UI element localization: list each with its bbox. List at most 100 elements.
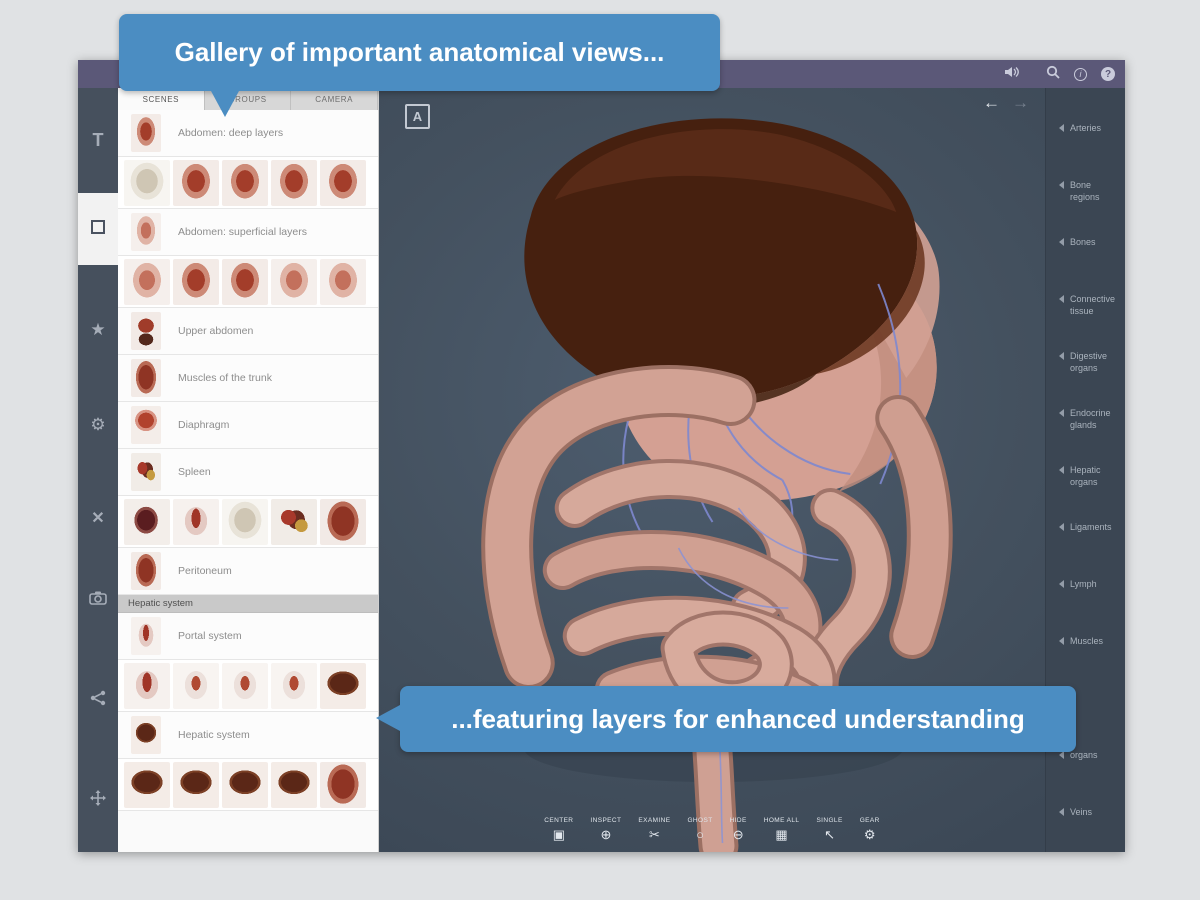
- scene-variant-thumbnail[interactable]: [271, 762, 317, 808]
- scene-variant-thumbnail[interactable]: [271, 160, 317, 206]
- tool-single[interactable]: SINGLE↖: [816, 817, 842, 841]
- tool-label: INSPECT: [590, 817, 621, 824]
- anatomy-category-organs[interactable]: organs: [1046, 745, 1125, 802]
- anatomy-category-veins[interactable]: Veins: [1046, 802, 1125, 859]
- tool-ghost[interactable]: GHOST○: [687, 817, 712, 841]
- gear-icon: ⚙: [864, 828, 876, 841]
- scene-gallery-row: [118, 759, 378, 811]
- ghost-icon: ○: [696, 828, 704, 841]
- help-icon[interactable]: ?: [1101, 67, 1115, 81]
- scene-variant-thumbnail[interactable]: [320, 259, 366, 305]
- tool-label: HOME ALL: [764, 817, 800, 824]
- anatomy-category-bone-regions[interactable]: Bone regions: [1046, 175, 1125, 232]
- scene-variant-thumbnail[interactable]: [320, 762, 366, 808]
- tool-home-all[interactable]: HOME ALL▦: [764, 817, 800, 841]
- scene-variant-thumbnail[interactable]: [320, 160, 366, 206]
- scene-item[interactable]: Abdomen: deep layers: [118, 110, 378, 157]
- scene-variant-thumbnail[interactable]: [124, 663, 170, 709]
- scene-item[interactable]: Abdomen: superficial layers: [118, 209, 378, 256]
- anatomy-category-hepatic-organs[interactable]: Hepatic organs: [1046, 460, 1125, 517]
- anatomy-category-ligaments[interactable]: Ligaments: [1046, 517, 1125, 574]
- scene-thumbnail[interactable]: [131, 617, 161, 655]
- hide-icon: ⊖: [733, 828, 744, 841]
- scene-item[interactable]: Hepatic system: [118, 712, 378, 759]
- inspect-icon: ⊕: [600, 828, 611, 841]
- pan-button[interactable]: [78, 780, 118, 820]
- scene-variant-thumbnail[interactable]: [222, 663, 268, 709]
- info-icon[interactable]: i: [1074, 68, 1087, 81]
- scene-variant-thumbnail[interactable]: [173, 663, 219, 709]
- anatomy-category-arteries[interactable]: Arteries: [1046, 118, 1125, 175]
- scene-thumbnail[interactable]: [131, 114, 161, 152]
- scene-thumbnail[interactable]: [131, 453, 161, 491]
- tool-gear[interactable]: GEAR⚙: [860, 817, 880, 841]
- scene-thumbnail[interactable]: [131, 213, 161, 251]
- share-button[interactable]: [78, 680, 118, 720]
- scene-thumbnail[interactable]: [131, 716, 161, 754]
- scene-item[interactable]: Muscles of the trunk: [118, 355, 378, 402]
- back-arrow-icon[interactable]: ←: [983, 93, 1000, 113]
- chevron-left-icon: [1054, 580, 1064, 588]
- left-toolbar: T ★ ⚙ ✕: [78, 88, 118, 852]
- anatomy-category-endocrine-glands[interactable]: Endocrine glands: [1046, 403, 1125, 460]
- tool-examine[interactable]: EXAMINE✂: [638, 817, 670, 841]
- gear-icon: ⚙: [90, 415, 105, 435]
- scene-thumbnail[interactable]: [131, 406, 161, 444]
- scenes-panel: SCENESGROUPSCAMERA Abdomen: deep layersA…: [118, 88, 379, 852]
- scene-variant-thumbnail[interactable]: [320, 663, 366, 709]
- scene-variant-thumbnail[interactable]: [124, 160, 170, 206]
- move-arrows-icon: [89, 789, 107, 812]
- anatomy-category-bones[interactable]: Bones: [1046, 232, 1125, 289]
- single-icon: ↖: [824, 828, 835, 841]
- anatomy-category-lymph[interactable]: Lymph: [1046, 574, 1125, 631]
- scene-variant-thumbnail[interactable]: [320, 499, 366, 545]
- chevron-left-icon: [1054, 352, 1064, 360]
- scenes-tool-button[interactable]: [78, 193, 118, 265]
- favorites-button[interactable]: ★: [78, 310, 118, 350]
- tool-center[interactable]: CENTER▣: [544, 817, 573, 841]
- scene-thumbnail[interactable]: [131, 359, 161, 397]
- scene-variant-thumbnail[interactable]: [173, 160, 219, 206]
- scene-variant-thumbnail[interactable]: [124, 259, 170, 305]
- chevron-left-icon: [1054, 808, 1064, 816]
- scene-thumbnail[interactable]: [131, 552, 161, 590]
- forward-arrow-icon[interactable]: →: [1012, 93, 1029, 113]
- scene-variant-thumbnail[interactable]: [173, 259, 219, 305]
- tutorial-callout-top: Gallery of important anatomical views...: [119, 14, 720, 91]
- text-tool-button[interactable]: T: [78, 120, 118, 160]
- scene-variant-thumbnail[interactable]: [124, 499, 170, 545]
- scene-variant-thumbnail[interactable]: [173, 499, 219, 545]
- scene-variant-thumbnail[interactable]: [222, 160, 268, 206]
- anatomy-category-digestive-organs[interactable]: Digestive organs: [1046, 346, 1125, 403]
- tool-label: CENTER: [544, 817, 573, 824]
- scene-variant-thumbnail[interactable]: [222, 499, 268, 545]
- scene-variant-thumbnail[interactable]: [222, 259, 268, 305]
- scene-variant-thumbnail[interactable]: [271, 499, 317, 545]
- scene-variant-thumbnail[interactable]: [173, 762, 219, 808]
- anatomy-category-connective-tissue[interactable]: Connective tissue: [1046, 289, 1125, 346]
- tool-inspect[interactable]: INSPECT ⊕: [590, 817, 621, 841]
- scene-item[interactable]: Diaphragm: [118, 402, 378, 449]
- search-icon[interactable]: [1046, 65, 1060, 84]
- screenshot-button[interactable]: [78, 580, 118, 620]
- scene-item[interactable]: Peritoneum: [118, 548, 378, 595]
- tab-camera[interactable]: CAMERA: [291, 88, 378, 110]
- scene-item[interactable]: Spleen: [118, 449, 378, 496]
- scene-item-label: Peritoneum: [178, 565, 232, 577]
- scene-item[interactable]: Upper abdomen: [118, 308, 378, 355]
- volume-icon[interactable]: [1004, 65, 1020, 83]
- tool-hide[interactable]: HIDE⊖: [730, 817, 747, 841]
- dissect-button[interactable]: ✕: [78, 498, 118, 538]
- scene-item-label: Muscles of the trunk: [178, 372, 272, 384]
- tab-scenes[interactable]: SCENES: [118, 88, 205, 110]
- scene-variant-thumbnail[interactable]: [271, 259, 317, 305]
- annotation-badge[interactable]: A: [405, 104, 430, 129]
- scene-variant-thumbnail[interactable]: [222, 762, 268, 808]
- scene-item[interactable]: Portal system: [118, 613, 378, 660]
- settings-button[interactable]: ⚙: [78, 405, 118, 445]
- anatomy-category-muscles[interactable]: Muscles: [1046, 631, 1125, 688]
- scene-variant-thumbnail[interactable]: [271, 663, 317, 709]
- scene-thumbnail[interactable]: [131, 312, 161, 350]
- scene-variant-thumbnail[interactable]: [124, 762, 170, 808]
- scene-gallery-row: [118, 157, 378, 209]
